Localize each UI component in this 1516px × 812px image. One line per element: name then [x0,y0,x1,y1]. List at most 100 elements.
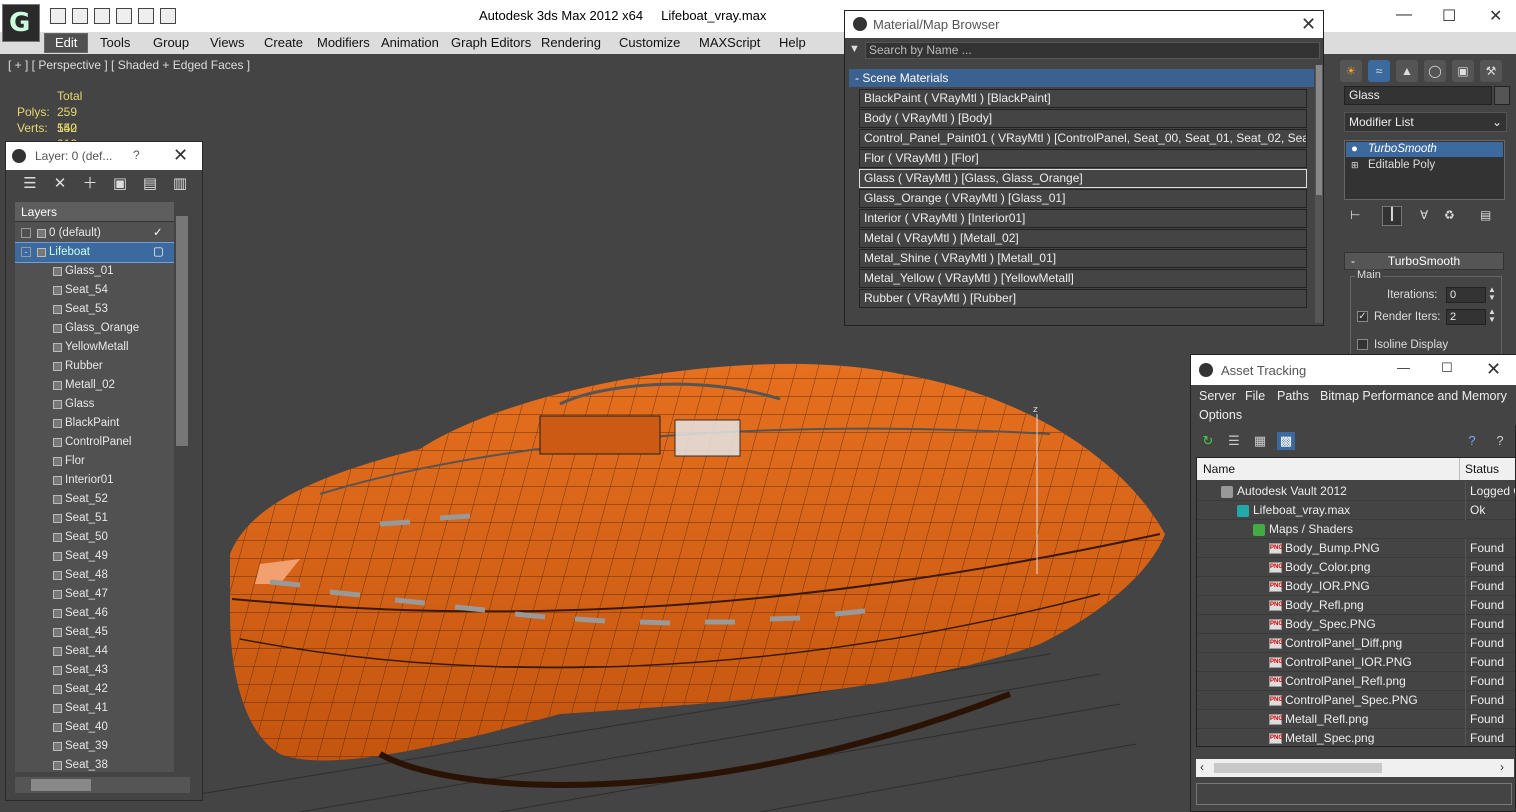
material-row[interactable]: BlackPaint ( VRayMtl ) [BlackPaint] [859,89,1307,108]
column-name[interactable]: Name [1203,462,1235,476]
highlight-selected-icon[interactable]: ▤ [142,176,158,192]
object-row[interactable]: Seat_52 [15,490,175,509]
asset-row[interactable]: PNG ControlPanel_Spec.PNG Found [1197,691,1515,710]
utilities-tab-icon[interactable]: ⚒ [1480,60,1502,82]
asset-row[interactable]: PNG Body_Bump.PNG Found [1197,539,1515,558]
object-row[interactable]: Metall_02 [15,376,175,395]
scrollbar-thumb[interactable] [31,779,91,791]
minimize-icon[interactable]: — [1397,360,1410,375]
menu-options[interactable]: Options [1199,408,1242,422]
select-objects-icon[interactable]: ▣ [112,176,128,192]
add-to-layer-icon[interactable]: ＋ [82,176,98,192]
menu-modifiers[interactable]: Modifiers [317,35,370,50]
show-end-result-icon[interactable]: ┃ [1382,206,1402,226]
open-icon[interactable] [50,8,66,24]
asset-row[interactable]: Maps / Shaders [1197,520,1515,539]
iterations-spinner[interactable]: 0 [1446,287,1486,303]
stack-item-editable-poly[interactable]: ⊞ Editable Poly [1346,158,1503,173]
material-row[interactable]: Body ( VRayMtl ) [Body] [859,109,1307,128]
column-status[interactable]: Status [1465,462,1499,476]
redo-icon[interactable] [160,8,176,24]
object-row[interactable]: Interior01 [15,471,175,490]
project-icon[interactable] [116,8,132,24]
asset-row[interactable]: PNG ControlPanel_IOR.PNG Found [1197,653,1515,672]
object-color-swatch[interactable] [1494,86,1510,105]
spinner-arrows-icon[interactable]: ▲ ▼ [1488,286,1496,302]
material-row[interactable]: Metal ( VRayMtl ) [Metall_02] [859,229,1307,248]
column-divider[interactable] [1459,458,1460,480]
delete-layer-icon[interactable]: ✕ [52,176,68,192]
help-settings-icon[interactable]: ? [1491,432,1509,450]
modify-tab-icon[interactable]: ≈ [1368,60,1390,82]
menu-animation[interactable]: Animation [381,35,439,50]
object-row[interactable]: Seat_49 [15,547,175,566]
menu-edit[interactable]: Edit [44,33,89,53]
asset-row[interactable]: PNG Body_Refl.png Found [1197,596,1515,615]
object-row[interactable]: Glass_01 [15,262,175,281]
maximize-icon[interactable]: ☐ [1442,6,1456,26]
turbosmooth-rollout-header[interactable]: - TurboSmooth [1344,252,1504,270]
viewport-label[interactable]: [ + ] [ Perspective ] [ Shaded + Edged F… [8,58,250,72]
asset-row[interactable]: PNG Metall_Spec.png Found [1197,729,1515,746]
asset-tracking-titlebar[interactable]: Asset Tracking — ☐ ✕ [1191,355,1516,385]
asset-row[interactable]: PNG Body_IOR.PNG Found [1197,577,1515,596]
object-row[interactable]: Seat_51 [15,509,175,528]
maximize-icon[interactable]: ☐ [1441,360,1453,376]
new-icon[interactable] [94,8,110,24]
render-iters-spinner[interactable]: 2 [1446,309,1486,325]
menu-server[interactable]: Server [1199,389,1236,403]
object-row[interactable]: Seat_41 [15,699,175,718]
material-browser-titlebar[interactable]: Material/Map Browser ✕ [845,11,1323,38]
create-layer-icon[interactable]: ☰ [22,176,38,192]
layer-horizontal-scrollbar[interactable] [15,777,190,793]
layers-column-header[interactable]: Layers [15,202,175,222]
configure-sets-icon[interactable]: ▤ [1480,208,1491,222]
menu-bitmap-performance[interactable]: Bitmap Performance and Memory [1320,389,1507,403]
object-row[interactable]: YellowMetall [15,338,175,357]
expand-icon[interactable] [21,228,31,238]
object-row[interactable]: ControlPanel [15,433,175,452]
spinner-arrows-icon[interactable]: ▲ ▼ [1488,308,1496,324]
grid-view-icon[interactable]: ▩ [1277,432,1295,450]
object-row[interactable]: Seat_40 [15,718,175,737]
asset-row[interactable]: PNG Metall_Refl.png Found [1197,710,1515,729]
modifier-list-dropdown[interactable]: Modifier List ⌄ [1344,112,1507,132]
object-row[interactable]: Seat_53 [15,300,175,319]
create-tab-icon[interactable]: ☀ [1340,60,1362,82]
object-row[interactable]: Seat_44 [15,642,175,661]
menu-create[interactable]: Create [264,35,303,50]
display-tab-icon[interactable]: ▣ [1452,60,1474,82]
object-row[interactable]: Flor [15,452,175,471]
lightbulb-icon[interactable]: ● [1351,142,1358,157]
close-icon[interactable]: ✕ [1301,14,1316,35]
list-view-icon[interactable]: ☰ [1225,432,1243,450]
object-row[interactable]: Glass_Orange [15,319,175,338]
table-view-icon[interactable]: ▦ [1251,432,1269,450]
material-row[interactable]: Glass_Orange ( VRayMtl ) [Glass_01] [859,189,1307,208]
scrollbar-thumb[interactable] [176,216,188,446]
stack-item-turbosmooth[interactable]: ● TurboSmooth [1346,142,1503,157]
asset-row[interactable]: PNG ControlPanel_Diff.png Found [1197,634,1515,653]
asset-row[interactable]: PNG ControlPanel_Refl.png Found [1197,672,1515,691]
object-row[interactable]: BlackPaint [15,414,175,433]
object-row[interactable]: Seat_54 [15,281,175,300]
menu-views[interactable]: Views [210,35,244,50]
minimize-icon[interactable]: — [1396,6,1412,24]
object-row[interactable]: Seat_47 [15,585,175,604]
search-by-name-input[interactable]: Search by Name ... [865,42,1320,59]
asset-horizontal-scrollbar[interactable]: ‹ › [1196,759,1514,777]
scrollbar-thumb[interactable] [1214,763,1382,773]
save-icon[interactable] [72,8,88,24]
hide-all-icon[interactable]: ▥ [172,176,188,192]
menu-graph-editors[interactable]: Graph Editors [451,35,531,50]
material-row[interactable]: Interior ( VRayMtl ) [Interior01] [859,209,1307,228]
menu-rendering[interactable]: Rendering [541,35,601,50]
help-icon[interactable]: ? [133,148,140,162]
lifeboat-model[interactable] [230,363,1165,788]
layer-row[interactable]: 0 (default) ✓ [15,224,175,243]
object-row[interactable]: Rubber [15,357,175,376]
asset-row[interactable]: PNG Body_Color.png Found [1197,558,1515,577]
expand-icon[interactable]: ⊞ [1351,158,1359,173]
undo-icon[interactable] [138,8,154,24]
close-icon[interactable]: ✕ [173,145,188,166]
